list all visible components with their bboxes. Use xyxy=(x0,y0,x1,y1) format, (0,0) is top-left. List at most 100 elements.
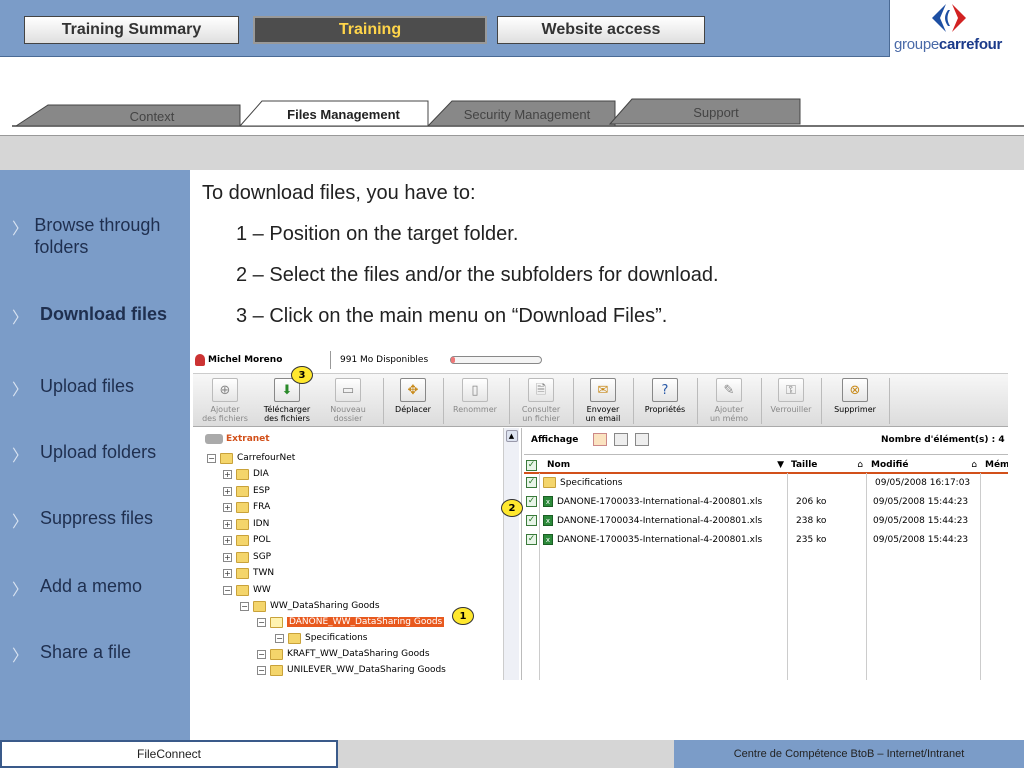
collapse-icon[interactable]: − xyxy=(257,649,266,659)
collapse-icon[interactable]: − xyxy=(240,601,249,611)
list-view-icon[interactable] xyxy=(593,433,607,446)
tree-node[interactable]: + POL xyxy=(223,533,271,547)
expand-icon[interactable]: + xyxy=(223,552,232,562)
tab-security-management[interactable]: Security Management xyxy=(452,104,602,124)
tree-node[interactable]: − UNILEVER_WW_DataSharing Goods xyxy=(257,663,446,677)
tool-label: un mémo xyxy=(709,414,749,423)
rename-button[interactable]: ▯ Renommer xyxy=(449,378,501,426)
expand-icon[interactable]: + xyxy=(223,568,232,578)
tree-label: FRA xyxy=(253,502,271,512)
instructions-step-3: 3 – Click on the main menu on “Download … xyxy=(236,305,668,327)
column-name-header[interactable]: ✓ Nom ▼ xyxy=(526,457,788,473)
toolbar-separator xyxy=(509,378,510,424)
collapse-icon[interactable]: − xyxy=(257,617,266,627)
sort-asc-icon[interactable]: ⌂ xyxy=(857,460,865,470)
sort-desc-icon[interactable]: ▼ xyxy=(777,460,788,470)
send-email-button[interactable]: ✉ Envoyer un email xyxy=(579,378,627,426)
quota-text: 991 Mo Disponibles xyxy=(340,355,429,365)
tree-node[interactable]: + FRA xyxy=(223,500,270,514)
tree-label: Extranet xyxy=(226,434,270,444)
delete-button[interactable]: ⊗ Supprimer xyxy=(827,378,883,426)
column-label: Modifié xyxy=(871,460,909,470)
tree-node-selected[interactable]: − DANONE_WW_DataSharing Goods xyxy=(257,615,445,629)
row-checkbox[interactable]: ✓ xyxy=(526,515,537,526)
row-checkbox[interactable]: ✓ xyxy=(526,534,537,545)
toolbar-separator xyxy=(821,378,822,424)
chevron-right-icon: 〉 xyxy=(12,582,29,599)
folder-icon xyxy=(543,477,556,488)
tree-node[interactable]: + DIA xyxy=(223,467,269,481)
tab-support[interactable]: Support xyxy=(636,102,796,122)
tree-node[interactable]: − CarrefourNet xyxy=(207,451,295,465)
expand-icon[interactable]: + xyxy=(223,486,232,496)
table-row[interactable]: ✓ x DANONE-1700033-International-4-200801.… xyxy=(526,493,1008,510)
column-memo-header[interactable]: Mém xyxy=(985,457,1008,473)
table-row[interactable]: ✓ Specifications 09/05/2008 16:17:03 xyxy=(526,474,1008,491)
sidebar-item-share[interactable]: 〉 Share a file xyxy=(12,641,182,666)
fileconnect-app: Michel Moreno 991 Mo Disponibles ⊕ Ajoute… xyxy=(193,349,1008,680)
new-folder-button[interactable]: ▭ Nouveau dossier xyxy=(323,378,373,426)
folder-icon xyxy=(253,600,266,612)
tab-files-management[interactable]: Files Management xyxy=(262,104,425,124)
training-summary-button[interactable]: Training Summary xyxy=(24,16,239,44)
scroll-up-icon[interactable]: ▲ xyxy=(505,430,518,442)
tree-label: SGP xyxy=(253,552,272,562)
tree-node[interactable]: + TWN xyxy=(223,566,274,580)
tool-label: dossier xyxy=(333,414,363,423)
excel-file-icon: x xyxy=(543,515,553,526)
tree-root[interactable]: Extranet xyxy=(205,432,270,446)
column-size-header[interactable]: Taille ⌂ xyxy=(791,457,865,473)
toolbar-separator xyxy=(889,378,890,424)
collapse-icon[interactable]: − xyxy=(275,633,284,643)
tool-label: Envoyer xyxy=(586,405,620,414)
sidebar-item-suppress[interactable]: 〉 Suppress files xyxy=(12,507,182,532)
sidebar-item-upload-folders[interactable]: 〉 Upload folders xyxy=(12,441,182,466)
table-row[interactable]: ✓ x DANONE-1700034-International-4-200801.… xyxy=(526,512,1008,529)
divider xyxy=(330,351,331,369)
tree-node[interactable]: − WW_DataSharing Goods xyxy=(240,599,380,613)
collapse-icon[interactable]: − xyxy=(223,585,232,595)
sort-asc-icon[interactable]: ⌂ xyxy=(971,460,979,470)
column-label: Nom xyxy=(547,460,571,470)
tree-node[interactable]: − KRAFT_WW_DataSharing Goods xyxy=(257,647,430,661)
chevron-right-icon: 〉 xyxy=(12,648,29,665)
tree-node[interactable]: + SGP xyxy=(223,550,271,564)
row-checkbox[interactable]: ✓ xyxy=(526,496,537,507)
tree-node[interactable]: − Specifications xyxy=(275,631,367,645)
view-file-button[interactable]: 🗎 Consulter un fichier xyxy=(515,378,567,426)
properties-button[interactable]: ? Propriétés xyxy=(639,378,691,426)
lock-button[interactable]: ⚿ Verrouiller xyxy=(767,378,815,426)
file-modified: 09/05/2008 15:44:23 xyxy=(873,515,969,526)
sidebar-item-memo[interactable]: 〉 Add a memo xyxy=(12,575,182,600)
sidebar-item-download[interactable]: 〉 Download files xyxy=(12,303,182,328)
table-row[interactable]: ✓ x DANONE-1700035-International-4-200801.… xyxy=(526,531,1008,548)
logo-brand: carrefour xyxy=(938,36,1003,53)
tree-node[interactable]: + IDN xyxy=(223,517,269,531)
grid-view-icon[interactable] xyxy=(614,433,628,446)
tool-label: Ajouter xyxy=(210,405,240,414)
select-all-checkbox[interactable]: ✓ xyxy=(526,459,537,471)
collapse-icon[interactable]: − xyxy=(257,665,266,675)
expand-icon[interactable]: + xyxy=(223,535,232,545)
tree-node[interactable]: + ESP xyxy=(223,484,270,498)
expand-icon[interactable]: + xyxy=(223,502,232,512)
file-name: DANONE-1700034-International-4-200801.xl… xyxy=(557,515,763,526)
expand-icon[interactable]: + xyxy=(223,469,232,479)
sidebar-item-upload-files[interactable]: 〉 Upload files xyxy=(12,375,182,400)
row-checkbox[interactable]: ✓ xyxy=(526,477,537,488)
add-files-button[interactable]: ⊕ Ajouter des fichiers xyxy=(197,378,253,426)
move-button[interactable]: ✥ Déplacer xyxy=(389,378,437,426)
tree-node[interactable]: − WW xyxy=(223,583,271,597)
tree-scrollbar[interactable]: ▲ xyxy=(503,428,519,680)
training-button[interactable]: Training xyxy=(253,16,487,44)
expand-icon[interactable]: + xyxy=(223,519,232,529)
tab-context[interactable]: Context xyxy=(90,107,214,125)
add-memo-button[interactable]: ✎ Ajouter un mémo xyxy=(703,378,755,426)
collapse-icon[interactable]: − xyxy=(207,453,216,463)
sidebar-item-browse[interactable]: 〉 Browse through folders xyxy=(12,214,182,258)
column-modified-header[interactable]: Modifié ⌂ xyxy=(871,457,979,473)
website-access-button[interactable]: Website access xyxy=(497,16,705,44)
thumbnail-view-icon[interactable] xyxy=(635,433,649,446)
download-files-button[interactable]: ⬇ Télécharger des fichiers xyxy=(259,378,315,426)
sidebar-item-label: Add a memo xyxy=(40,576,143,596)
